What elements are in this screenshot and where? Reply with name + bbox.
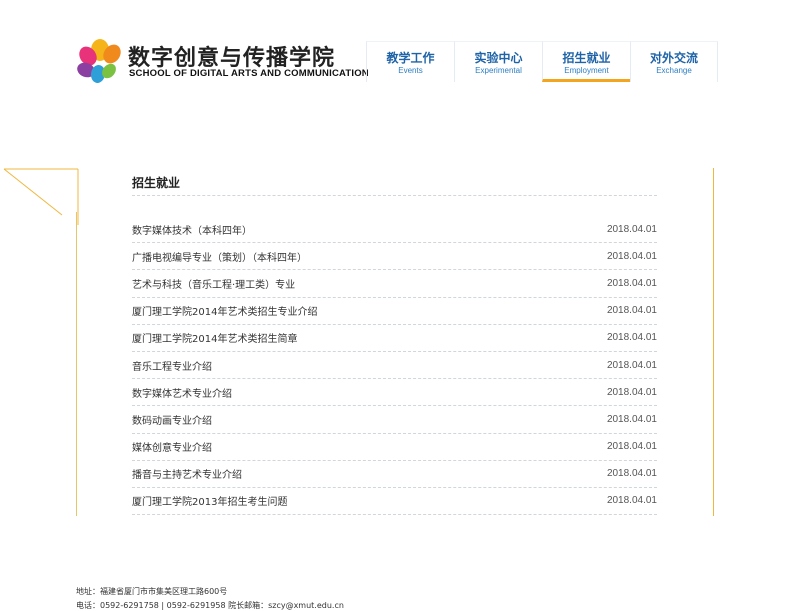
school-logo[interactable]: 数字创意与传播学院 SCHOOL OF DIGITAL ARTS AND COM… — [76, 38, 369, 84]
article-date: 2018.04.01 — [606, 468, 657, 480]
nav-item-exchange[interactable]: 对外交流 Exchange — [630, 41, 718, 82]
site-header: 数字创意与传播学院 SCHOOL OF DIGITAL ARTS AND COM… — [0, 0, 800, 100]
article-title[interactable]: 厦门理工学院2014年艺术类招生简章 — [132, 330, 297, 345]
article-date: 2018.04.01 — [606, 441, 657, 453]
corner-decoration — [3, 168, 79, 225]
article-date: 2018.04.01 — [606, 223, 657, 235]
nav-label-en: Events — [398, 66, 423, 75]
school-name-en: SCHOOL OF DIGITAL ARTS AND COMMUNICATION — [129, 68, 369, 79]
main-nav: 教学工作 Events 实验中心 Experimental 招生就业 Emplo… — [366, 41, 718, 82]
nav-item-admissions[interactable]: 招生就业 Employment — [542, 41, 630, 82]
footer-address: 地址：福建省厦门市市集美区理工路600号 — [76, 587, 228, 596]
list-item[interactable]: 数字媒体艺术专业介绍 2018.04.01 — [132, 379, 657, 407]
article-date: 2018.04.01 — [606, 332, 657, 344]
list-item[interactable]: 播音与主持艺术专业介绍 2018.04.01 — [132, 461, 657, 488]
list-item[interactable]: 媒体创意专业介绍 2018.04.01 — [132, 434, 657, 461]
nav-label-en: Employment — [564, 66, 609, 75]
article-title[interactable]: 厦门理工学院2014年艺术类招生专业介绍 — [132, 303, 317, 318]
nav-item-lab[interactable]: 实验中心 Experimental — [454, 41, 542, 82]
article-title[interactable]: 广播电视编导专业（策划）（本科四年） — [132, 249, 307, 264]
news-section: 招生就业 数字媒体技术（本科四年） 2018.04.01 广播电视编导专业（策划）… — [132, 170, 657, 516]
section-title: 招生就业 — [132, 170, 657, 196]
article-title[interactable]: 数字媒体技术（本科四年） — [132, 222, 252, 237]
article-date: 2018.04.01 — [606, 277, 657, 289]
article-title[interactable]: 数字媒体艺术专业介绍 — [132, 385, 232, 400]
list-item[interactable]: 数字媒体技术（本科四年） 2018.04.01 — [132, 216, 657, 244]
article-date: 2018.04.01 — [606, 250, 657, 262]
nav-label-cn: 招生就业 — [562, 51, 611, 65]
list-item[interactable]: 音乐工程专业介绍 2018.04.01 — [132, 352, 657, 380]
article-title[interactable]: 音乐工程专业介绍 — [132, 358, 212, 373]
site-footer: 地址：福建省厦门市市集美区理工路600号 电话：0592-6291758 | 0… — [76, 585, 344, 611]
list-item[interactable]: 厦门理工学院2014年艺术类招生简章 2018.04.01 — [132, 325, 657, 352]
nav-label-cn: 教学工作 — [386, 51, 435, 65]
article-list: 数字媒体技术（本科四年） 2018.04.01 广播电视编导专业（策划）（本科四年… — [132, 216, 657, 516]
article-title[interactable]: 媒体创意专业介绍 — [132, 439, 212, 454]
list-item[interactable]: 数码动画专业介绍 2018.04.01 — [132, 406, 657, 434]
article-title[interactable]: 厦门理工学院2013年招生考生问题 — [132, 493, 287, 508]
left-border-line — [76, 212, 77, 516]
nav-label-cn: 对外交流 — [649, 51, 698, 65]
article-title[interactable]: 数码动画专业介绍 — [132, 412, 212, 427]
article-date: 2018.04.01 — [606, 495, 657, 507]
article-title[interactable]: 播音与主持艺术专业介绍 — [132, 466, 242, 481]
list-item[interactable]: 艺术与科技（音乐工程·理工类）专业 2018.04.01 — [132, 270, 657, 298]
article-date: 2018.04.01 — [606, 305, 657, 317]
article-title[interactable]: 艺术与科技（音乐工程·理工类）专业 — [132, 276, 295, 291]
list-item[interactable]: 厦门理工学院2014年艺术类招生专业介绍 2018.04.01 — [132, 298, 657, 325]
article-date: 2018.04.01 — [606, 413, 657, 425]
nav-label-cn: 实验中心 — [474, 51, 523, 65]
article-date: 2018.04.01 — [606, 386, 657, 398]
nav-label-en: Experimental — [475, 66, 522, 75]
right-border-line — [713, 168, 714, 516]
footer-contact: 电话：0592-6291758 | 0592-6291958 院长邮箱：szcy… — [76, 601, 344, 610]
list-item[interactable]: 广播电视编导专业（策划）（本科四年） 2018.04.01 — [132, 243, 657, 271]
nav-item-teaching[interactable]: 教学工作 Events — [366, 41, 454, 82]
list-item[interactable]: 厦门理工学院2013年招生考生问题 2018.04.01 — [132, 488, 657, 516]
flower-logo-icon — [77, 39, 121, 83]
nav-label-en: Exchange — [656, 66, 692, 75]
article-date: 2018.04.01 — [606, 359, 657, 371]
